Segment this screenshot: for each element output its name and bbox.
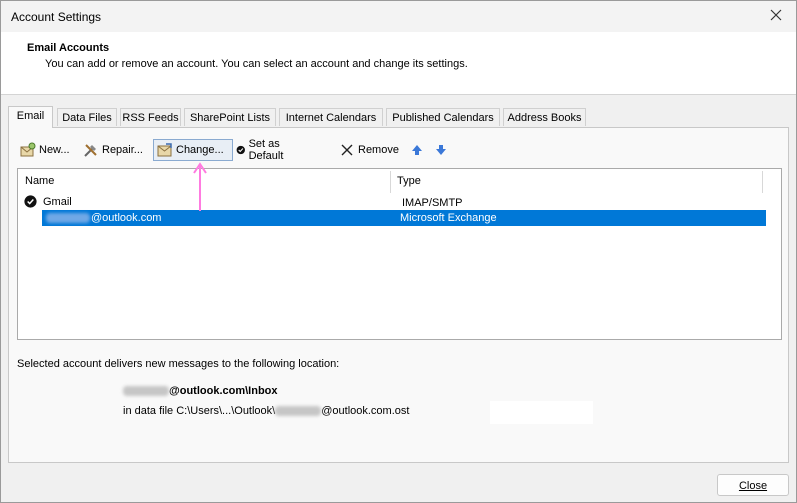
- close-button-label: Close: [738, 480, 768, 492]
- set-as-default-button[interactable]: Set as Default: [236, 138, 290, 162]
- new-button[interactable]: New...: [20, 139, 70, 161]
- remove-button[interactable]: Remove: [339, 139, 399, 161]
- delivery-data-file: in data file C:\Users\...\Outlook\ @outlo…: [123, 405, 409, 417]
- column-header-type[interactable]: Type: [397, 175, 421, 187]
- arrow-down-icon: [436, 145, 446, 155]
- set-as-default-label: Set as Default: [248, 138, 284, 162]
- account-type: Microsoft Exchange: [400, 212, 497, 224]
- data-file-prefix: in data file C:\Users\...\Outlook\: [123, 405, 276, 417]
- data-file-suffix: @outlook.com.ost: [321, 405, 410, 417]
- new-button-label: New...: [39, 144, 70, 156]
- redaction-box: [490, 401, 593, 424]
- accounts-list[interactable]: Name Type Gmail IMAP/SMTP @outlook.com M…: [17, 168, 782, 340]
- account-name: Gmail: [43, 196, 72, 208]
- move-down-button[interactable]: [434, 139, 451, 161]
- delivery-inbox-path: @outlook.com\Inbox: [123, 385, 278, 397]
- title-bar: Account Settings: [1, 1, 796, 32]
- account-row-gmail[interactable]: Gmail IMAP/SMTP: [20, 194, 779, 210]
- remove-button-label: Remove: [358, 144, 399, 156]
- change-button[interactable]: Change...: [153, 139, 233, 161]
- window-title: Account Settings: [11, 10, 102, 24]
- inbox-path: @outlook.com\Inbox: [169, 385, 278, 397]
- default-account-check-icon: [24, 195, 37, 208]
- column-separator[interactable]: [762, 171, 763, 193]
- account-settings-dialog: Account Settings Email Accounts You can …: [0, 0, 797, 503]
- account-row-outlook[interactable]: @outlook.com Microsoft Exchange: [42, 210, 766, 226]
- annotation-arrow: [193, 162, 207, 211]
- tab-address-books[interactable]: Address Books: [503, 108, 586, 126]
- header-title: Email Accounts: [27, 42, 110, 54]
- account-type: IMAP/SMTP: [402, 197, 463, 209]
- tab-published-calendars[interactable]: Published Calendars: [386, 108, 500, 126]
- tab-internet-calendars[interactable]: Internet Calendars: [279, 108, 383, 126]
- redacted-username: [46, 213, 90, 223]
- change-account-icon: [157, 143, 172, 157]
- new-account-icon: [20, 142, 36, 157]
- tab-rss-feeds[interactable]: RSS Feeds: [120, 108, 181, 126]
- tab-email[interactable]: Email: [8, 106, 53, 128]
- delivery-location-label: Selected account delivers new messages t…: [17, 358, 340, 370]
- tab-data-files[interactable]: Data Files: [57, 108, 117, 126]
- repair-button[interactable]: Repair...: [83, 139, 143, 161]
- close-button[interactable]: Close: [717, 474, 789, 496]
- default-check-icon: [236, 145, 245, 155]
- repair-button-label: Repair...: [102, 144, 143, 156]
- account-name: @outlook.com: [91, 212, 162, 224]
- redacted-username: [275, 406, 322, 417]
- tab-sharepoint-lists[interactable]: SharePoint Lists: [184, 108, 276, 126]
- remove-x-icon: [341, 144, 353, 156]
- redacted-username: [123, 386, 169, 397]
- arrow-up-icon: [412, 145, 422, 155]
- header-panel: Email Accounts You can add or remove an …: [1, 32, 796, 95]
- close-icon[interactable]: [764, 5, 788, 27]
- change-button-label: Change...: [176, 144, 224, 156]
- repair-tools-icon: [84, 144, 97, 157]
- header-description: You can add or remove an account. You ca…: [45, 58, 468, 70]
- column-separator[interactable]: [390, 171, 391, 193]
- move-up-button[interactable]: [410, 139, 427, 161]
- column-header-name[interactable]: Name: [25, 175, 54, 187]
